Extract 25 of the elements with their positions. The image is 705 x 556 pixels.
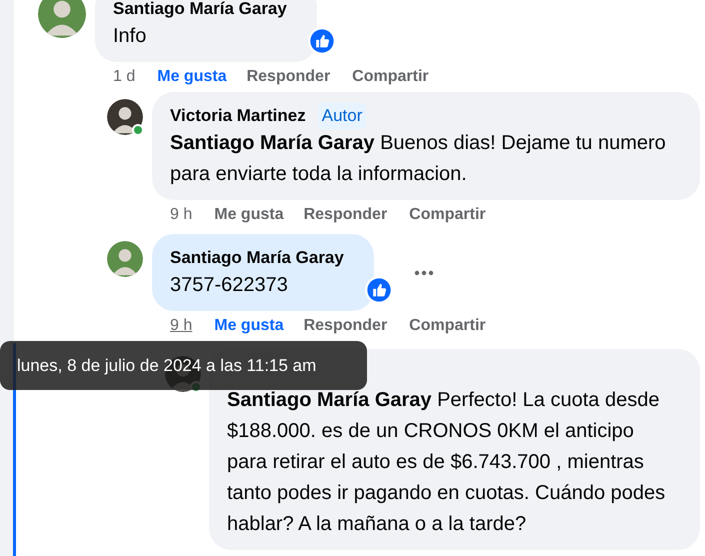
comment-text: 3757-622373 bbox=[170, 273, 289, 298]
like-link[interactable]: Me gusta bbox=[157, 65, 227, 89]
timestamp-link[interactable]: 1 d bbox=[113, 65, 136, 89]
like-reaction-icon[interactable] bbox=[364, 276, 393, 304]
more-options-icon[interactable] bbox=[414, 270, 434, 276]
share-link[interactable]: Compartir bbox=[352, 65, 429, 89]
avatar[interactable] bbox=[107, 99, 143, 135]
like-reaction-icon[interactable] bbox=[308, 27, 336, 55]
author-badge: Autor bbox=[318, 103, 366, 129]
share-link[interactable]: Compartir bbox=[409, 314, 486, 338]
like-link[interactable]: Me gusta bbox=[214, 203, 284, 227]
like-link[interactable]: Me gusta bbox=[214, 314, 284, 338]
reply-link[interactable]: Responder bbox=[304, 314, 388, 338]
share-link[interactable]: Compartir bbox=[409, 203, 486, 227]
comment-text: Info bbox=[113, 24, 148, 49]
tooltip: lunes, 8 de julio de 2024 a las 11:15 am bbox=[0, 341, 367, 390]
author-name[interactable]: Santiago María Garay bbox=[113, 0, 287, 22]
reply-link[interactable]: Responder bbox=[304, 203, 388, 227]
timestamp-link[interactable]: 9 h bbox=[170, 314, 192, 338]
comment-text: Santiago María Garay Buenos dias! Dejame tu numero para enviarte toda la informacion. bbox=[170, 131, 667, 187]
author-name[interactable]: Victoria Martinez bbox=[170, 103, 306, 129]
timestamp-link[interactable]: 9 h bbox=[170, 203, 192, 227]
comment-text: Santiago María Garay Perfecto! La cuota desde $188.000. es de un CRONOS 0KM el anticipo para retirar el auto es de $6.743.700 , mientras tanto podes ir pagando en cuotas. Cuándo podes hablar? A la mañana o a la tarde? bbox=[227, 388, 666, 537]
author-name[interactable]: Santiago María Garay bbox=[170, 245, 344, 271]
reply-link[interactable]: Responder bbox=[246, 65, 330, 89]
